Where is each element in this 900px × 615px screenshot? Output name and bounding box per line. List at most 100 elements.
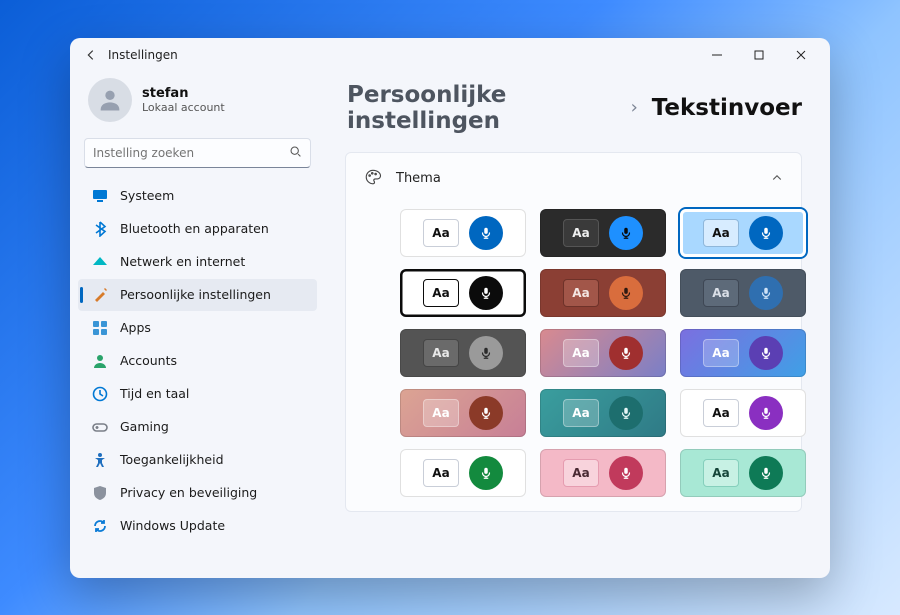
wifi-icon xyxy=(92,254,108,270)
sidebar-item-label: Systeem xyxy=(120,188,174,203)
bluetooth-icon xyxy=(92,221,108,237)
theme-option[interactable]: Aa xyxy=(680,449,806,497)
profile-sub: Lokaal account xyxy=(142,101,225,114)
microphone-icon xyxy=(469,396,503,430)
theme-option[interactable]: Aa xyxy=(540,269,666,317)
panel-title: Thema xyxy=(396,171,441,186)
microphone-icon xyxy=(609,396,643,430)
clock-icon xyxy=(92,386,108,402)
theme-sample-text: Aa xyxy=(563,459,599,487)
palette-icon xyxy=(364,168,382,190)
sidebar-item-label: Windows Update xyxy=(120,518,225,533)
chevron-right-icon: › xyxy=(631,97,638,118)
theme-sample-text: Aa xyxy=(563,279,599,307)
paint-icon xyxy=(92,287,108,303)
person-icon xyxy=(92,353,108,369)
microphone-icon xyxy=(609,456,643,490)
theme-option[interactable]: Aa xyxy=(680,329,806,377)
sidebar-item-label: Persoonlijke instellingen xyxy=(120,287,271,302)
window-title: Instellingen xyxy=(108,48,178,62)
sidebar-item-toegang[interactable]: Toegankelijkheid xyxy=(78,444,317,476)
gaming-icon xyxy=(92,419,108,435)
theme-option[interactable]: Aa xyxy=(400,389,526,437)
theme-option[interactable]: Aa xyxy=(540,449,666,497)
profile-block[interactable]: stefan Lokaal account xyxy=(78,72,317,138)
theme-option[interactable]: Aa xyxy=(680,209,806,257)
theme-sample-text: Aa xyxy=(703,399,739,427)
sidebar-item-netwerk[interactable]: Netwerk en internet xyxy=(78,246,317,278)
theme-option[interactable]: Aa xyxy=(400,269,526,317)
theme-option[interactable]: Aa xyxy=(540,209,666,257)
sidebar-item-label: Toegankelijkheid xyxy=(120,452,224,467)
theme-sample-text: Aa xyxy=(423,219,459,247)
breadcrumb-current: Tekstinvoer xyxy=(652,95,802,121)
theme-sample-text: Aa xyxy=(563,339,599,367)
sidebar-item-tijd[interactable]: Tijd en taal xyxy=(78,378,317,410)
theme-sample-text: Aa xyxy=(563,219,599,247)
theme-option[interactable]: Aa xyxy=(680,269,806,317)
theme-option[interactable]: Aa xyxy=(400,329,526,377)
theme-sample-text: Aa xyxy=(703,279,739,307)
shield-icon xyxy=(92,485,108,501)
sidebar-item-privacy[interactable]: Privacy en beveiliging xyxy=(78,477,317,509)
sidebar-item-gaming[interactable]: Gaming xyxy=(78,411,317,443)
theme-option[interactable]: Aa xyxy=(540,329,666,377)
microphone-icon xyxy=(609,276,643,310)
theme-sample-text: Aa xyxy=(703,339,739,367)
search-icon xyxy=(289,143,302,162)
sidebar-item-label: Apps xyxy=(120,320,151,335)
profile-name: stefan xyxy=(142,86,225,101)
microphone-icon xyxy=(469,276,503,310)
access-icon xyxy=(92,452,108,468)
sidebar-item-update[interactable]: Windows Update xyxy=(78,510,317,542)
search-input[interactable] xyxy=(93,146,289,160)
theme-grid: AaAaAaAaAaAaAaAaAaAaAaAaAaAaAa xyxy=(346,205,801,511)
breadcrumb-parent[interactable]: Persoonlijke instellingen xyxy=(347,82,617,134)
theme-panel: Thema AaAaAaAaAaAaAaAaAaAaAaAaAaAaAa xyxy=(345,152,802,512)
theme-option[interactable]: Aa xyxy=(400,449,526,497)
microphone-icon xyxy=(749,276,783,310)
search-box[interactable] xyxy=(84,138,311,168)
microphone-icon xyxy=(749,396,783,430)
theme-sample-text: Aa xyxy=(563,399,599,427)
sidebar-item-label: Gaming xyxy=(120,419,169,434)
sidebar-item-systeem[interactable]: Systeem xyxy=(78,180,317,212)
theme-option[interactable]: Aa xyxy=(400,209,526,257)
apps-icon xyxy=(92,320,108,336)
microphone-icon xyxy=(469,336,503,370)
update-icon xyxy=(92,518,108,534)
theme-sample-text: Aa xyxy=(703,459,739,487)
theme-sample-text: Aa xyxy=(423,279,459,307)
sidebar-item-label: Privacy en beveiliging xyxy=(120,485,257,500)
theme-option[interactable]: Aa xyxy=(680,389,806,437)
titlebar: Instellingen xyxy=(70,38,830,72)
microphone-icon xyxy=(609,216,643,250)
sidebar-item-label: Accounts xyxy=(120,353,177,368)
theme-sample-text: Aa xyxy=(423,459,459,487)
nav-list: Systeem Bluetooth en apparaten Netwerk en … xyxy=(78,180,317,542)
sidebar-item-label: Tijd en taal xyxy=(120,386,189,401)
sidebar: stefan Lokaal account Systeem Bluetooth e… xyxy=(70,72,325,578)
microphone-icon xyxy=(749,456,783,490)
back-button[interactable] xyxy=(78,42,104,68)
settings-window: Instellingen stefan Lokaal account xyxy=(70,38,830,578)
panel-header[interactable]: Thema xyxy=(346,153,801,205)
main-content: Persoonlijke instellingen › Tekstinvoer … xyxy=(325,72,830,578)
sidebar-item-label: Netwerk en internet xyxy=(120,254,245,269)
close-button[interactable] xyxy=(780,40,822,70)
microphone-icon xyxy=(469,456,503,490)
sidebar-item-accounts[interactable]: Accounts xyxy=(78,345,317,377)
maximize-button[interactable] xyxy=(738,40,780,70)
sidebar-item-apps[interactable]: Apps xyxy=(78,312,317,344)
monitor-icon xyxy=(92,188,108,204)
microphone-icon xyxy=(609,336,643,370)
chevron-up-icon xyxy=(771,169,783,188)
breadcrumb: Persoonlijke instellingen › Tekstinvoer xyxy=(345,72,802,152)
avatar xyxy=(88,78,132,122)
microphone-icon xyxy=(749,336,783,370)
minimize-button[interactable] xyxy=(696,40,738,70)
theme-option[interactable]: Aa xyxy=(540,389,666,437)
sidebar-item-bluetooth[interactable]: Bluetooth en apparaten xyxy=(78,213,317,245)
microphone-icon xyxy=(749,216,783,250)
sidebar-item-personal[interactable]: Persoonlijke instellingen xyxy=(78,279,317,311)
